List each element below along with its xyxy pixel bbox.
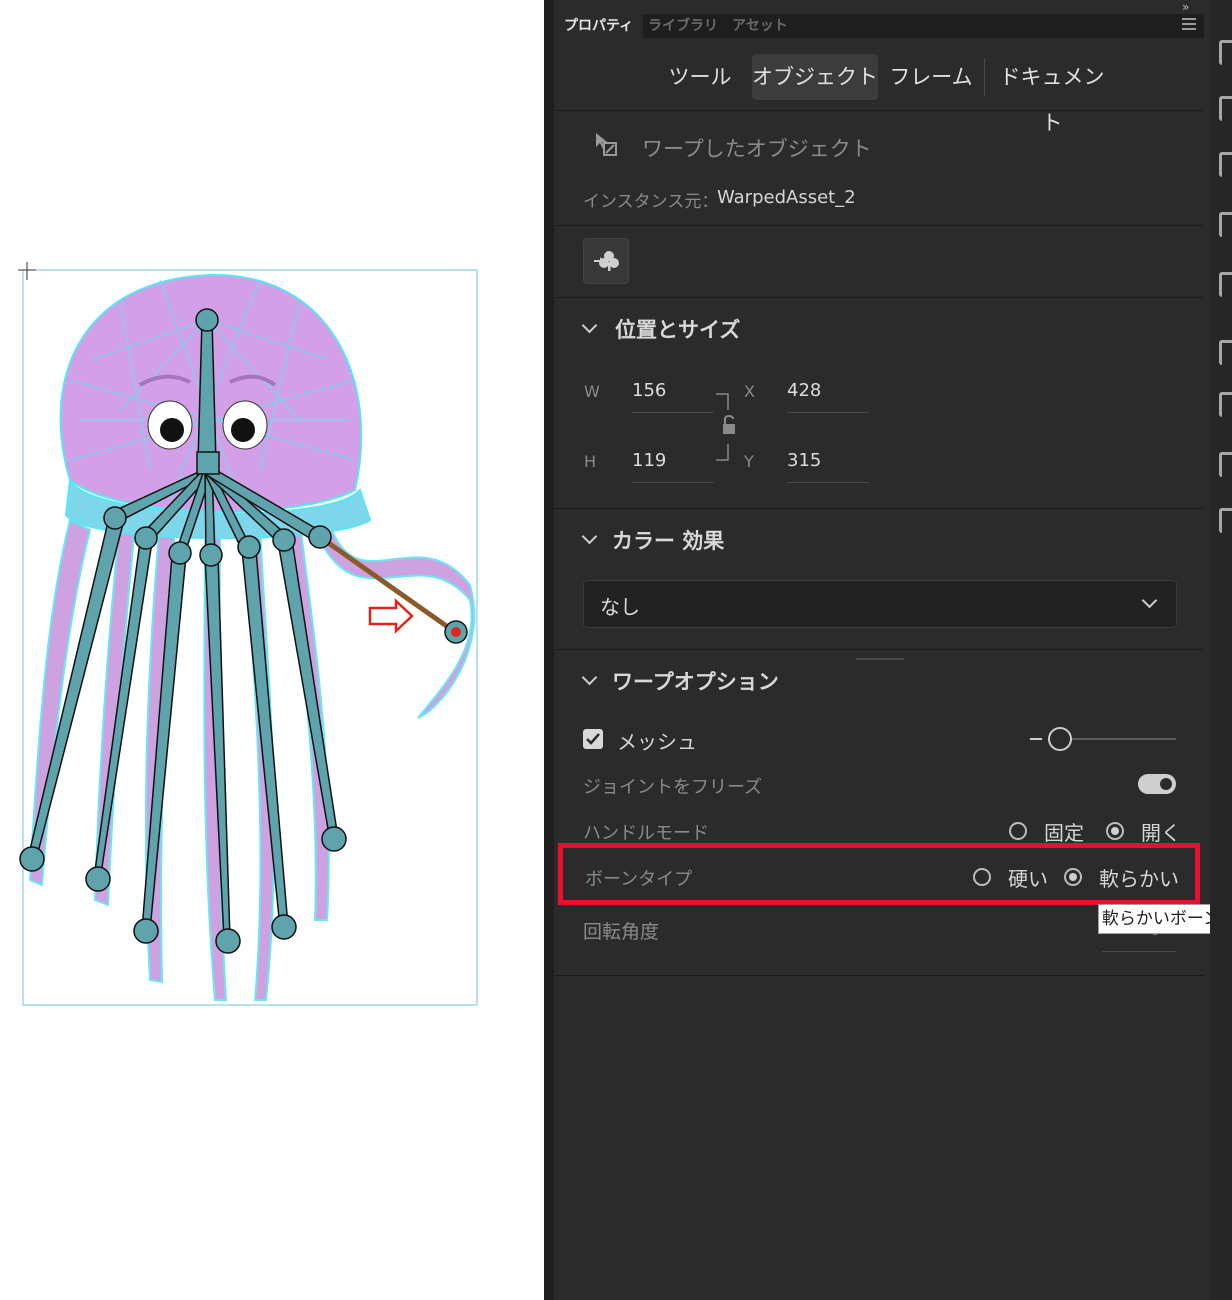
- freeze-joints-label: ジョイントをフリーズ: [583, 777, 763, 798]
- height-field[interactable]: 119: [632, 450, 666, 471]
- position-size-section: 位置とサイズ W 156 H 119 X 428 Y 315: [554, 298, 1204, 509]
- position-size-title[interactable]: 位置とサイズ: [615, 314, 740, 344]
- swatch-icon[interactable]: [1219, 340, 1232, 365]
- transform-icon[interactable]: [1219, 152, 1232, 177]
- subtab-object[interactable]: オブジェクト: [752, 54, 878, 100]
- chevron-down-icon: [1141, 592, 1158, 609]
- object-actions-section: [554, 226, 1204, 298]
- y-field[interactable]: 315: [787, 450, 821, 471]
- object-type-label: ワープしたオブジェクト: [642, 137, 872, 161]
- bone-type-highlight: [558, 843, 1200, 905]
- slider-minus-icon: [1030, 738, 1042, 740]
- soft-bone-tooltip: 軟らかいボーン: [1098, 904, 1224, 934]
- chevron-down-icon[interactable]: [581, 669, 598, 686]
- resize-handle[interactable]: [856, 658, 904, 660]
- collapse-panel-icon[interactable]: »: [1182, 0, 1189, 14]
- y-label: Y: [744, 452, 754, 471]
- chevron-down-icon[interactable]: [581, 317, 598, 334]
- warped-object-icon: [596, 133, 617, 156]
- height-label: H: [584, 452, 597, 471]
- code-snippet-icon[interactable]: [1219, 508, 1232, 533]
- width-field[interactable]: 156: [632, 380, 666, 401]
- chevron-down-icon[interactable]: [581, 528, 598, 545]
- handle-open-label[interactable]: 開く: [1141, 817, 1181, 846]
- width-label: W: [584, 382, 600, 401]
- handle-fixed-label[interactable]: 固定: [1044, 817, 1084, 846]
- color-effect-dropdown[interactable]: なし: [583, 580, 1177, 628]
- checkmark-icon: [586, 733, 600, 745]
- tab-library[interactable]: ライブラリ: [638, 14, 728, 38]
- right-toolbar: [1210, 0, 1232, 1300]
- handle-fixed-radio[interactable]: [1009, 822, 1027, 840]
- subtab-frame[interactable]: フレーム: [888, 54, 974, 100]
- eye-icon[interactable]: [1219, 40, 1232, 65]
- color-effect-title[interactable]: カラー 効果: [612, 525, 724, 555]
- component-icon[interactable]: [1219, 392, 1232, 417]
- color-icon[interactable]: [1219, 272, 1232, 297]
- instance-of-value[interactable]: WarpedAsset_2: [717, 187, 856, 208]
- tab-assets[interactable]: アセット: [722, 14, 798, 38]
- freeze-joints-toggle[interactable]: [1138, 774, 1176, 794]
- panel-divider[interactable]: [544, 0, 554, 1300]
- mesh-label: メッシュ: [617, 730, 697, 754]
- warp-options-title[interactable]: ワープオプション: [612, 666, 779, 696]
- color-effect-value: なし: [600, 595, 640, 619]
- tab-properties[interactable]: プロパティ: [554, 14, 644, 38]
- subtab-tool[interactable]: ツール: [660, 54, 740, 100]
- mesh-density-slider-knob[interactable]: [1048, 727, 1072, 751]
- align-icon[interactable]: [1219, 212, 1232, 237]
- object-info-section: ワープしたオブジェクト インスタンス元： WarpedAsset_2: [554, 111, 1204, 226]
- sub-tabs: ツール オブジェクト フレーム ドキュメント: [554, 38, 1204, 135]
- subtab-document[interactable]: ドキュメント: [994, 54, 1110, 135]
- jellyfish-artwork[interactable]: [0, 0, 544, 1300]
- ruler-icon[interactable]: [1219, 452, 1232, 477]
- panel-menu-icon[interactable]: [1182, 18, 1196, 30]
- stage-canvas[interactable]: [0, 0, 544, 1300]
- frames-icon[interactable]: [1219, 96, 1232, 121]
- selected-joint: [451, 627, 461, 637]
- mesh-checkbox[interactable]: [583, 729, 603, 749]
- swap-icon: [594, 251, 619, 271]
- instance-of-label: インスタンス元：: [583, 192, 719, 212]
- x-field[interactable]: 428: [787, 380, 821, 401]
- arrow-indicator-icon: [368, 598, 414, 634]
- x-label: X: [744, 382, 755, 401]
- handle-open-radio[interactable]: [1106, 822, 1124, 840]
- panel-tabs: プロパティ ライブラリ アセット: [554, 14, 1204, 38]
- handle-mode-label: ハンドルモード: [583, 823, 709, 844]
- swap-symbol-button[interactable]: [583, 238, 629, 284]
- lock-proportions-icon[interactable]: [714, 392, 738, 464]
- rotation-angle-label: 回転角度: [583, 921, 660, 943]
- mesh-density-slider[interactable]: [1070, 738, 1176, 740]
